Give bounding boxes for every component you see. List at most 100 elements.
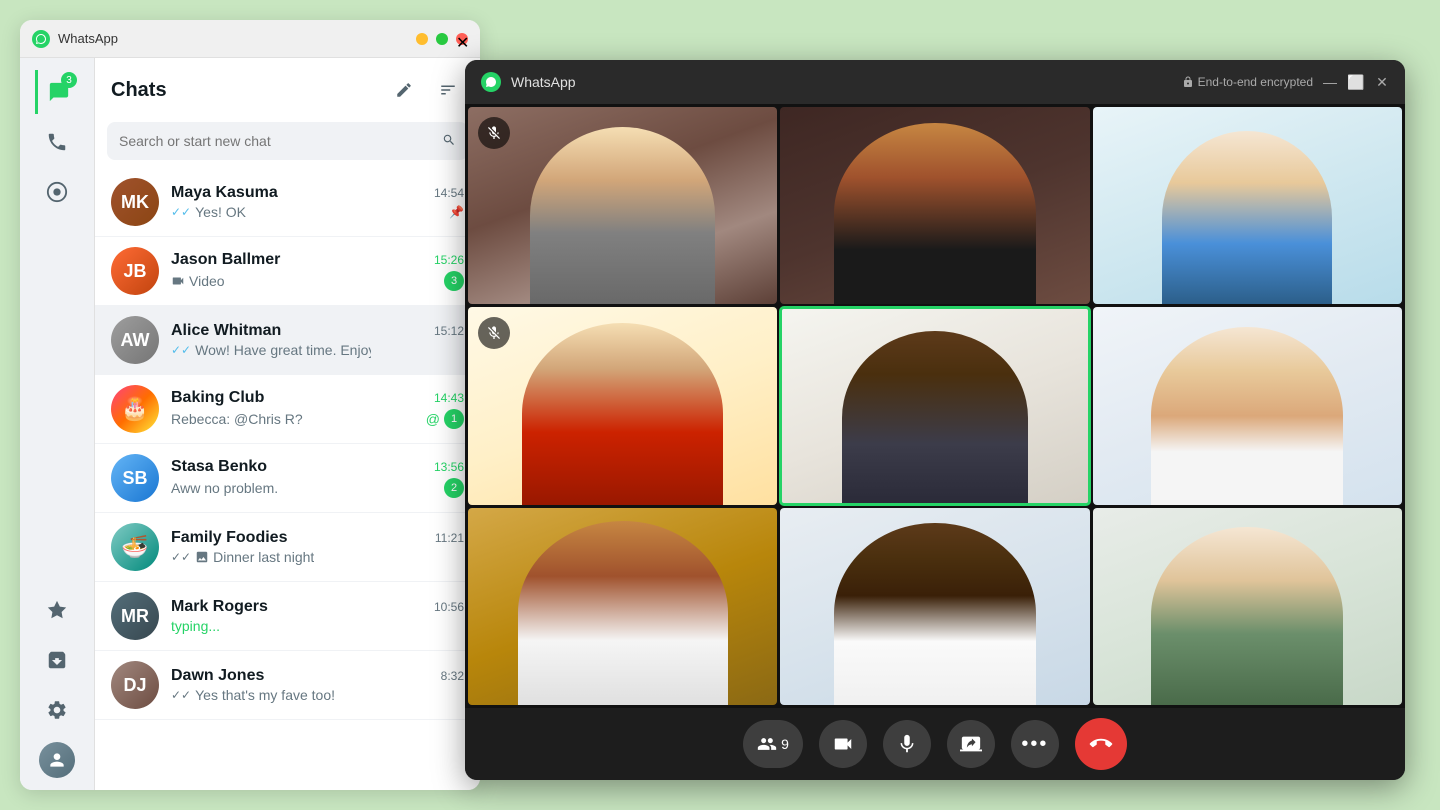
app-body: 3 <box>20 58 480 790</box>
chat-name-mark: Mark Rogers <box>171 598 268 616</box>
chat-item-maya[interactable]: MK Maya Kasuma 14:54 ✓✓ Yes! OK 📌 <box>95 168 480 237</box>
search-input[interactable] <box>119 133 442 149</box>
avatar-baking: 🎂 <box>111 385 159 433</box>
app-logo <box>32 30 50 48</box>
chat-list: MK Maya Kasuma 14:54 ✓✓ Yes! OK 📌 <box>95 168 480 790</box>
chat-info-jason: Jason Ballmer 15:26 Video 3 <box>171 251 464 291</box>
chat-item-mark[interactable]: MR Mark Rogers 10:56 typing... <box>95 582 480 651</box>
chat-info-alice: Alice Whitman 15:12 ✓✓ Wow! Have great t… <box>171 322 464 358</box>
title-bar: WhatsApp — ✕ <box>20 20 480 58</box>
call-title-bar: WhatsApp End-to-end encrypted — ⬜ ✕ <box>465 60 1405 104</box>
video-toggle-button[interactable] <box>819 720 867 768</box>
screen-share-button[interactable] <box>947 720 995 768</box>
video-grid <box>465 104 1405 708</box>
chat-time-mark: 10:56 <box>434 600 464 614</box>
window-controls: — ✕ <box>416 33 468 45</box>
chat-info-stasa: Stasa Benko 13:56 Aww no problem. 2 <box>171 458 464 498</box>
chat-time-dawn: 8:32 <box>441 669 464 683</box>
chat-preview-maya: ✓✓ Yes! OK <box>171 204 246 220</box>
chat-name-jason: Jason Ballmer <box>171 251 280 269</box>
sidebar-item-status[interactable] <box>35 170 79 214</box>
chat-info-mark: Mark Rogers 10:56 typing... <box>171 598 464 634</box>
sidebar: 3 <box>20 58 95 790</box>
chats-panel: Chats <box>95 58 480 790</box>
avatar-jason: JB <box>111 247 159 295</box>
search-icon <box>442 133 456 150</box>
chat-name-baking: Baking Club <box>171 389 264 407</box>
chat-preview-dawn: ✓✓ Yes that's my fave too! <box>171 687 335 703</box>
chat-item-alice[interactable]: AW Alice Whitman 15:12 ✓✓ Wow! Have grea… <box>95 306 480 375</box>
video-cell-5 <box>780 307 1089 504</box>
chat-preview-family: ✓✓ Dinner last night <box>171 549 314 565</box>
chat-preview-stasa: Aww no problem. <box>171 480 278 496</box>
avatar-family: 🍜 <box>111 523 159 571</box>
chat-time-maya: 14:54 <box>434 186 464 200</box>
search-bar[interactable] <box>107 122 468 160</box>
call-minimize-btn[interactable]: — <box>1323 75 1337 89</box>
video-cell-6 <box>1093 307 1402 504</box>
user-avatar[interactable] <box>39 742 75 778</box>
chat-time-baking: 14:43 <box>434 391 464 405</box>
unread-badge-baking: 1 <box>444 409 464 429</box>
app-title: WhatsApp <box>58 31 408 46</box>
end-call-button[interactable] <box>1075 718 1127 770</box>
call-app-logo <box>481 72 501 92</box>
maximize-btn[interactable] <box>436 33 448 45</box>
chat-item-stasa[interactable]: SB Stasa Benko 13:56 Aww no problem. 2 <box>95 444 480 513</box>
participants-count: 9 <box>781 736 789 752</box>
chats-title: Chats <box>111 79 167 102</box>
video-cell-8 <box>780 508 1089 705</box>
sidebar-item-starred[interactable] <box>35 588 79 632</box>
chat-info-maya: Maya Kasuma 14:54 ✓✓ Yes! OK 📌 <box>171 184 464 220</box>
chat-info-dawn: Dawn Jones 8:32 ✓✓ Yes that's my fave to… <box>171 667 464 703</box>
minimize-btn[interactable]: — <box>416 33 428 45</box>
chat-info-baking: Baking Club 14:43 Rebecca: @Chris R? @ 1 <box>171 389 464 429</box>
unread-badge-jason: 3 <box>444 271 464 291</box>
video-cell-3 <box>1093 107 1402 304</box>
chat-item-family[interactable]: 🍜 Family Foodies 11:21 ✓✓ Dinner last ni… <box>95 513 480 582</box>
chat-preview-mark: typing... <box>171 618 220 634</box>
chat-time-alice: 15:12 <box>434 324 464 338</box>
chat-preview-alice: ✓✓ Wow! Have great time. Enjoy. <box>171 342 371 358</box>
sidebar-item-calls[interactable] <box>35 120 79 164</box>
chat-item-jason[interactable]: JB Jason Ballmer 15:26 Video 3 <box>95 237 480 306</box>
sidebar-item-chats[interactable]: 3 <box>35 70 79 114</box>
video-cell-2 <box>780 107 1089 304</box>
call-close-btn[interactable]: ✕ <box>1375 75 1389 89</box>
chat-item-baking[interactable]: 🎂 Baking Club 14:43 Rebecca: @Chris R? @ <box>95 375 480 444</box>
mute-icon-1 <box>478 117 510 149</box>
video-cell-4 <box>468 307 777 504</box>
chat-time-stasa: 13:56 <box>434 460 464 474</box>
sidebar-item-archived[interactable] <box>35 638 79 682</box>
call-controls-bar: 9 ••• <box>465 708 1405 780</box>
pin-icon-maya: 📌 <box>449 205 464 219</box>
chat-item-dawn[interactable]: DJ Dawn Jones 8:32 ✓✓ Yes that's my fave… <box>95 651 480 720</box>
chat-time-jason: 15:26 <box>434 253 464 267</box>
avatar-dawn: DJ <box>111 661 159 709</box>
main-whatsapp-window: WhatsApp — ✕ 3 <box>20 20 480 790</box>
avatar-mark: MR <box>111 592 159 640</box>
sidebar-item-settings[interactable] <box>35 688 79 732</box>
participants-button[interactable]: 9 <box>743 720 803 768</box>
new-chat-button[interactable] <box>388 74 420 106</box>
unread-badge-stasa: 2 <box>444 478 464 498</box>
avatar-alice: AW <box>111 316 159 364</box>
chat-preview-jason: Video <box>171 273 225 289</box>
chat-preview-baking: Rebecca: @Chris R? <box>171 411 303 427</box>
header-icons <box>388 74 464 106</box>
video-cell-9 <box>1093 508 1402 705</box>
close-btn[interactable]: ✕ <box>456 33 468 45</box>
video-cell-7 <box>468 508 777 705</box>
chat-name-alice: Alice Whitman <box>171 322 281 340</box>
more-options-button[interactable]: ••• <box>1011 720 1059 768</box>
chat-name-dawn: Dawn Jones <box>171 667 264 685</box>
chats-header: Chats <box>95 58 480 114</box>
filter-button[interactable] <box>432 74 464 106</box>
microphone-button[interactable] <box>883 720 931 768</box>
encryption-indicator: End-to-end encrypted <box>1182 75 1313 89</box>
call-maximize-btn[interactable]: ⬜ <box>1349 75 1363 89</box>
avatar-maya: MK <box>111 178 159 226</box>
video-call-window: WhatsApp End-to-end encrypted — ⬜ ✕ <box>465 60 1405 780</box>
chat-name-family: Family Foodies <box>171 529 287 547</box>
call-window-controls: — ⬜ ✕ <box>1323 75 1389 89</box>
